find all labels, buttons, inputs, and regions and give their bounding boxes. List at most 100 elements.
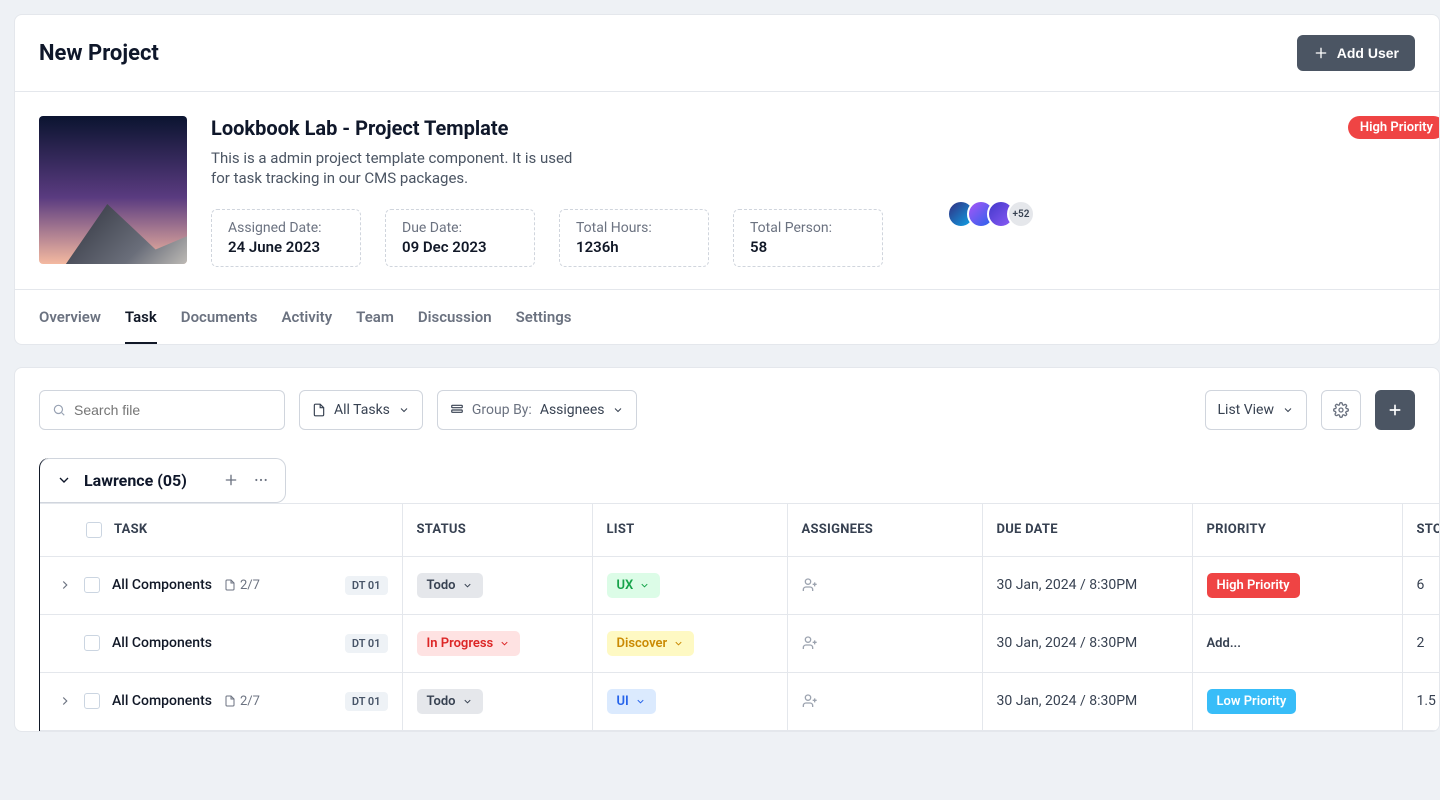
story-points: 1.5	[1402, 672, 1440, 730]
subtask-count: 2/7	[224, 694, 260, 709]
status-pill[interactable]: Todo	[417, 689, 483, 714]
task-table: TASK STATUS LIST ASSIGNEES DUE DATE PRIO…	[40, 503, 1440, 731]
project-stats: Assigned Date: 24 June 2023 Due Date: 09…	[211, 209, 883, 267]
file-icon	[224, 579, 236, 591]
row-checkbox[interactable]	[84, 577, 100, 593]
priority-badge: High Priority	[1348, 116, 1440, 139]
chevron-right-icon[interactable]	[58, 694, 72, 708]
avatar-stack[interactable]: +52	[955, 200, 1035, 228]
add-task-button[interactable]	[1375, 390, 1415, 430]
project-thumbnail	[39, 116, 187, 264]
task-tag: DT 01	[345, 634, 388, 653]
stat-due-date: Due Date: 09 Dec 2023	[385, 209, 535, 267]
chevron-down-icon	[462, 696, 473, 707]
project-tabs: Overview Task Documents Activity Team Di…	[15, 290, 1439, 344]
due-date: 30 Jan, 2024 / 8:30PM	[982, 672, 1192, 730]
view-dropdown[interactable]: List View	[1205, 390, 1308, 430]
stat-assigned-date: Assigned Date: 24 June 2023	[211, 209, 361, 267]
chevron-down-icon	[639, 580, 650, 591]
file-icon	[224, 695, 236, 707]
project-card: New Project Add User Lookbook Lab - Proj…	[14, 14, 1440, 345]
tab-discussion[interactable]: Discussion	[418, 290, 492, 344]
page-title: New Project	[39, 41, 159, 66]
task-tag: DT 01	[345, 576, 388, 595]
add-assignee-button[interactable]	[802, 577, 968, 593]
list-pill[interactable]: UX	[607, 573, 661, 598]
plus-icon[interactable]	[223, 472, 239, 488]
col-status: STATUS	[402, 503, 592, 556]
chevron-down-icon	[635, 696, 646, 707]
priority-pill[interactable]: Add...	[1207, 636, 1241, 651]
tab-overview[interactable]: Overview	[39, 290, 101, 344]
row-checkbox[interactable]	[84, 693, 100, 709]
tab-task[interactable]: Task	[125, 290, 157, 344]
select-all-checkbox[interactable]	[86, 522, 102, 538]
chevron-down-icon	[673, 638, 684, 649]
filter-all-tasks[interactable]: All Tasks	[299, 390, 423, 430]
project-body: Lookbook Lab - Project Template This is …	[15, 92, 1439, 290]
due-date: 30 Jan, 2024 / 8:30PM	[982, 614, 1192, 672]
group-title: Lawrence (05)	[84, 471, 187, 490]
task-tag: DT 01	[345, 692, 388, 711]
table-header-row: TASK STATUS LIST ASSIGNEES DUE DATE PRIO…	[40, 503, 1440, 556]
story-points: 2	[1402, 614, 1440, 672]
project-description: This is a admin project template compone…	[211, 148, 591, 189]
file-icon	[312, 403, 326, 417]
col-priority: PRIORITY	[1192, 503, 1402, 556]
add-user-label: Add User	[1337, 45, 1399, 61]
add-assignee-button[interactable]	[802, 693, 968, 709]
project-info: Lookbook Lab - Project Template This is …	[211, 116, 591, 189]
task-name[interactable]: All Components	[112, 577, 212, 593]
table-row: All Components 2/7 DT 01 Todo UI	[40, 672, 1440, 730]
tab-settings[interactable]: Settings	[516, 290, 572, 344]
chevron-down-icon	[499, 638, 510, 649]
layers-icon	[450, 403, 464, 417]
task-name[interactable]: All Components	[112, 635, 212, 651]
priority-pill[interactable]: High Priority	[1207, 573, 1300, 598]
task-toolbar: All Tasks Group By: Assignees List View	[39, 390, 1415, 430]
tab-activity[interactable]: Activity	[281, 290, 332, 344]
group-header[interactable]: Lawrence (05)	[40, 458, 286, 503]
chevron-down-icon	[56, 472, 72, 488]
row-checkbox[interactable]	[84, 635, 100, 651]
project-name: Lookbook Lab - Project Template	[211, 116, 591, 140]
group-by-dropdown[interactable]: Group By: Assignees	[437, 390, 638, 430]
add-user-button[interactable]: Add User	[1297, 35, 1415, 71]
add-assignee-button[interactable]	[802, 635, 968, 651]
col-list: LIST	[592, 503, 787, 556]
stat-total-person: Total Person: 58	[733, 209, 883, 267]
due-date: 30 Jan, 2024 / 8:30PM	[982, 556, 1192, 614]
list-pill[interactable]: Discover	[607, 631, 695, 656]
subtask-count: 2/7	[224, 578, 260, 593]
chevron-right-icon[interactable]	[58, 578, 72, 592]
search-input[interactable]	[74, 402, 272, 418]
gear-icon	[1333, 402, 1349, 418]
chevron-down-icon	[398, 404, 410, 416]
settings-button[interactable]	[1321, 390, 1361, 430]
tab-documents[interactable]: Documents	[181, 290, 258, 344]
stat-total-hours: Total Hours: 1236h	[559, 209, 709, 267]
user-plus-icon	[802, 577, 818, 593]
col-assignees: ASSIGNEES	[787, 503, 982, 556]
status-pill[interactable]: Todo	[417, 573, 483, 598]
task-list-card: All Tasks Group By: Assignees List View …	[14, 367, 1440, 732]
priority-pill[interactable]: Low Priority	[1207, 689, 1297, 714]
project-titlebar: New Project Add User	[15, 15, 1439, 92]
chevron-down-icon	[462, 580, 473, 591]
task-group: Lawrence (05) TASK STA	[39, 458, 1415, 731]
user-plus-icon	[802, 693, 818, 709]
search-input-wrapper[interactable]	[39, 390, 285, 430]
tab-team[interactable]: Team	[356, 290, 394, 344]
col-story: STORY POINT	[1402, 503, 1440, 556]
col-task: TASK	[40, 503, 402, 556]
status-pill[interactable]: In Progress	[417, 631, 521, 656]
col-due-date: DUE DATE	[982, 503, 1192, 556]
list-pill[interactable]: UI	[607, 689, 656, 714]
more-icon[interactable]	[253, 472, 269, 488]
search-icon	[52, 403, 66, 417]
user-plus-icon	[802, 635, 818, 651]
avatar-more[interactable]: +52	[1007, 200, 1035, 228]
chevron-down-icon	[1282, 404, 1294, 416]
task-name[interactable]: All Components	[112, 693, 212, 709]
table-row: All Components DT 01 In Progress Discove…	[40, 614, 1440, 672]
